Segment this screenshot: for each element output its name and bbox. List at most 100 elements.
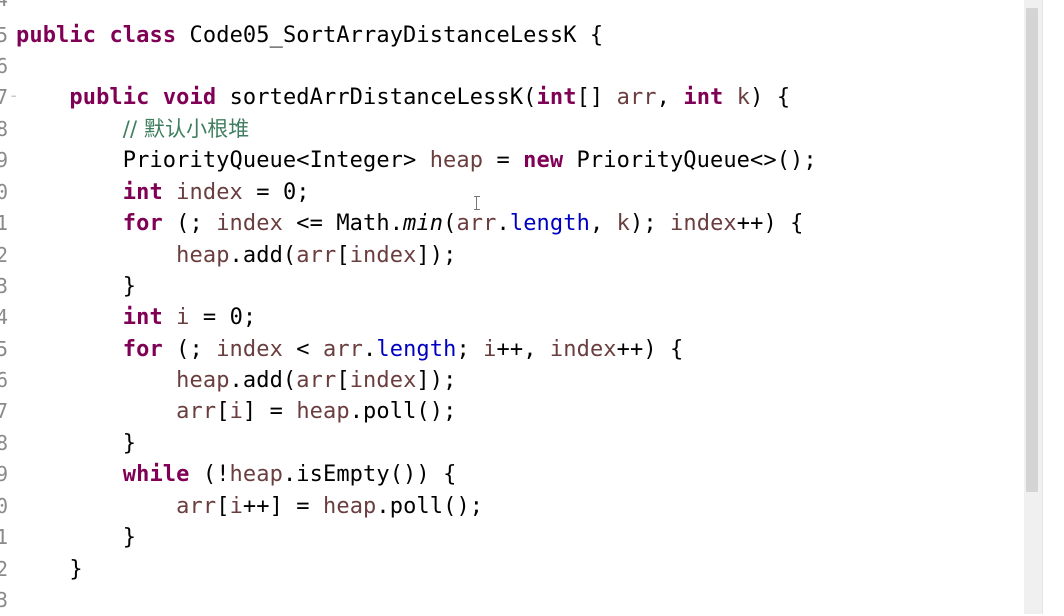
code-text: .poll(); <box>376 494 484 519</box>
code-text: ] = <box>242 399 297 424</box>
keyword: int <box>536 85 577 110</box>
code-text: [ <box>336 243 350 268</box>
line-number: 9 <box>0 462 9 486</box>
code-text: ++) { <box>736 211 804 236</box>
line-number-gutter: 4 5 6 7 − 8 9 0 1 2 3 4 5 6 7 8 9 0 1 2 … <box>0 0 16 614</box>
keyword: new <box>523 148 564 173</box>
code-text: ++] = <box>242 494 323 519</box>
line-number: 3 <box>0 274 9 298</box>
variable: heap <box>296 399 350 424</box>
code-text: .add( <box>229 243 297 268</box>
code-text: (; <box>162 211 217 236</box>
line-number: 7 <box>0 399 9 423</box>
variable: i <box>229 494 243 519</box>
code-editor[interactable]: 4 5 6 7 − 8 9 0 1 2 3 4 5 6 7 8 9 0 1 2 … <box>0 0 1064 614</box>
code-text: sortedArrDistanceLessK( <box>229 85 537 110</box>
line-number: 5 <box>0 23 9 47</box>
variable: index <box>216 211 283 236</box>
code-line[interactable]: for (; index <= Math.min(arr.length, k);… <box>16 208 804 239</box>
variable: arr <box>296 243 337 268</box>
keyword: void <box>162 85 217 110</box>
code-line[interactable]: int index = 0; <box>16 177 310 208</box>
line-number: 2 <box>0 243 9 267</box>
code-text: [ <box>216 399 230 424</box>
keyword: public <box>69 85 150 110</box>
variable: index <box>349 243 417 268</box>
code-text: [ <box>216 494 230 519</box>
variable: heap <box>323 494 377 519</box>
scrollbar-thumb[interactable] <box>1026 8 1038 492</box>
code-line[interactable]: for (; index < arr.length; i++, index++)… <box>16 334 684 365</box>
text-cursor-icon <box>474 196 483 210</box>
field: length <box>376 337 457 362</box>
keyword: for <box>122 337 163 362</box>
variable: arr <box>176 399 217 424</box>
code-text: (; <box>162 337 217 362</box>
line-number: 7 <box>0 85 9 109</box>
keyword: while <box>122 462 190 487</box>
comment: // 默认小根堆 <box>122 117 250 141</box>
code-text: = 0; <box>189 305 257 330</box>
variable: heap <box>229 462 283 487</box>
line-number: 9 <box>0 148 9 172</box>
code-text: [ <box>336 368 350 393</box>
code-text: ]); <box>416 243 457 268</box>
variable: k <box>736 85 751 110</box>
line-number: 5 <box>0 337 9 361</box>
code-text: = <box>483 148 524 173</box>
method-call: min <box>403 211 444 236</box>
line-number: 0 <box>0 180 9 204</box>
variable: index <box>349 368 417 393</box>
keyword: public <box>16 23 97 48</box>
code-line[interactable]: while (!heap.isEmpty()) { <box>16 459 457 490</box>
code-line[interactable]: } <box>16 522 136 553</box>
line-number: 6 <box>0 368 9 392</box>
line-number: 8 <box>0 117 9 141</box>
code-text: } <box>122 431 137 456</box>
overview-ruler <box>1042 0 1064 614</box>
code-text: [] <box>576 85 617 110</box>
variable: index <box>176 180 243 205</box>
code-text: .add( <box>229 368 297 393</box>
code-line[interactable]: heap.add(arr[index]); <box>16 240 456 271</box>
line-number: 1 <box>0 525 9 549</box>
code-text: ); <box>630 211 671 236</box>
code-line-class-declaration[interactable]: public class Code05_SortArrayDistanceLes… <box>16 20 603 51</box>
code-line[interactable]: heap.add(arr[index]); <box>16 365 456 396</box>
variable: heap <box>176 368 230 393</box>
code-text: Code05_SortArrayDistanceLessK { <box>189 23 604 48</box>
code-text: } <box>69 557 83 582</box>
code-text: ; <box>456 337 484 362</box>
keyword: int <box>122 305 163 330</box>
line-number: 2 <box>0 557 9 581</box>
code-line[interactable]: PriorityQueue<Integer> heap = new Priori… <box>16 145 817 176</box>
line-number: 0 <box>0 494 9 518</box>
code-line-method-declaration[interactable]: public void sortedArrDistanceLessK(int[]… <box>16 82 790 113</box>
code-text: .isEmpty()) { <box>282 462 457 487</box>
variable: heap <box>429 148 484 173</box>
keyword: int <box>683 85 724 110</box>
code-line-comment[interactable]: // 默认小根堆 <box>16 114 250 145</box>
line-number: 3 <box>0 588 9 612</box>
code-text: ++) { <box>616 337 684 362</box>
variable: i <box>229 399 243 424</box>
variable: heap <box>176 243 230 268</box>
code-text: ]); <box>416 368 457 393</box>
variable: k <box>616 211 630 236</box>
code-line[interactable]: int i = 0; <box>16 302 256 333</box>
code-line[interactable]: } <box>16 271 136 302</box>
code-text: , <box>589 211 617 236</box>
variable: index <box>216 337 283 362</box>
code-text: .poll(); <box>349 399 457 424</box>
code-line[interactable]: arr[i] = heap.poll(); <box>16 396 456 427</box>
line-number: 1 <box>0 211 9 235</box>
code-line[interactable]: arr[i++] = heap.poll(); <box>16 491 483 522</box>
code-line[interactable]: } <box>16 554 83 585</box>
code-text: (! <box>189 462 230 487</box>
keyword: int <box>122 180 163 205</box>
code-line[interactable]: } <box>16 428 136 459</box>
variable: arr <box>322 337 364 362</box>
